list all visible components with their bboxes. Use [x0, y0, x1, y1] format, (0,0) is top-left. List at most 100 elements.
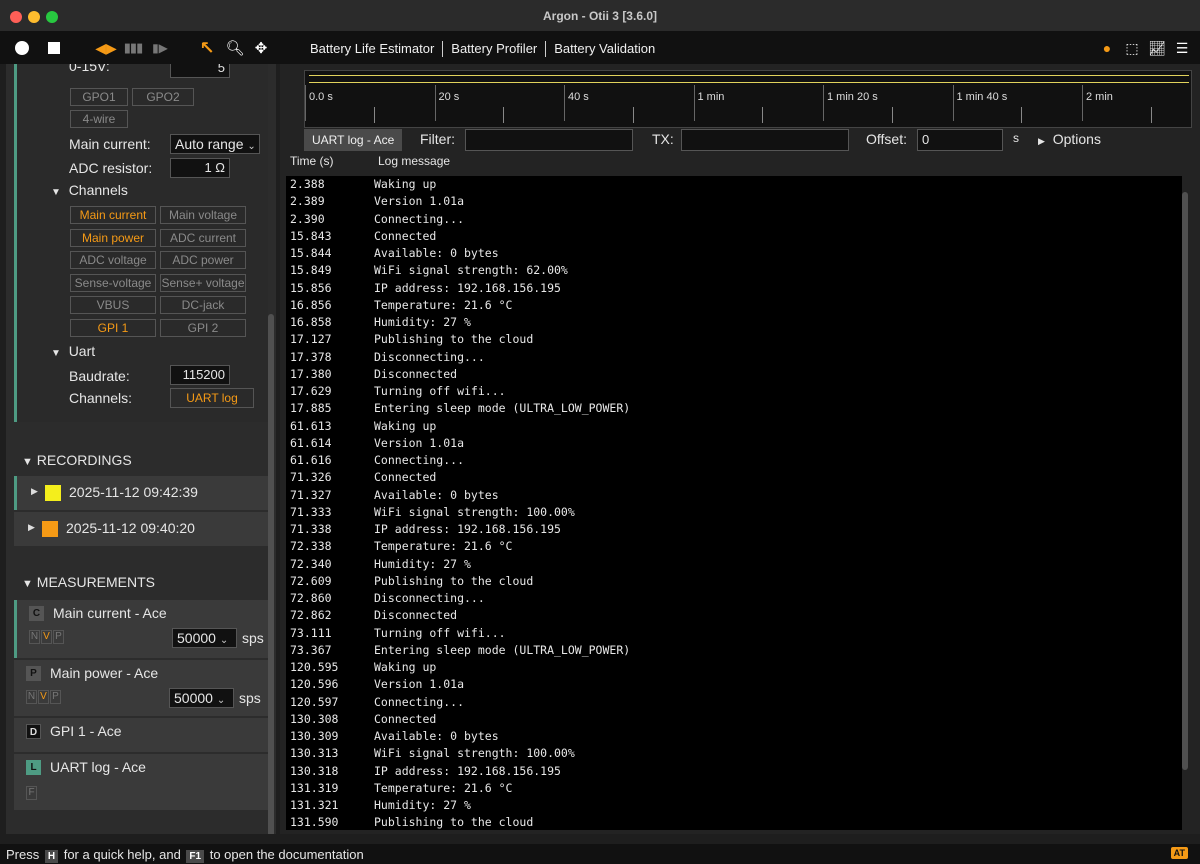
log-row[interactable]: 71.326 Connected	[286, 469, 1182, 486]
options-toggle[interactable]: ▶ Options	[1038, 131, 1101, 147]
recording-item[interactable]: ▶ 2025-11-12 09:40:20	[14, 512, 268, 546]
sample-rate-select[interactable]: 50000 ⌄	[169, 688, 234, 708]
sample-rate-select[interactable]: 50000 ⌄	[172, 628, 237, 648]
log-row[interactable]: 61.614 Version 1.01a	[286, 435, 1182, 452]
log-row[interactable]: 73.367 Entering sleep mode (ULTRA_LOW_POW…	[286, 642, 1182, 659]
pointer-icon[interactable]: ↖	[198, 38, 216, 58]
time-column-header[interactable]: Time (s)	[290, 154, 334, 168]
uart-log-toggle[interactable]: UART log	[170, 388, 254, 408]
log-row[interactable]: 130.313 WiFi signal strength: 100.00%	[286, 745, 1182, 762]
channel-toggle[interactable]: Sense-voltage	[70, 273, 156, 292]
channel-toggle[interactable]: GPI 1	[70, 318, 156, 337]
offset-input[interactable]: 0	[917, 129, 1003, 151]
battery-profiler-button[interactable]: Battery Profiler	[443, 41, 545, 57]
p-toggle[interactable]: P	[53, 630, 64, 644]
uart-group[interactable]: ▼ Uart	[51, 343, 95, 359]
log-row[interactable]: 120.597 Connecting...	[286, 694, 1182, 711]
log-scrollbar[interactable]	[1182, 192, 1188, 770]
log-row[interactable]: 72.338 Temperature: 21.6 °C	[286, 538, 1182, 555]
measurement-item[interactable]: L UART log - Ace F	[14, 754, 268, 810]
log-row[interactable]: 17.629 Turning off wifi...	[286, 383, 1182, 400]
channel-toggle[interactable]: DC-jack	[160, 296, 246, 314]
channel-toggle[interactable]: Main power	[70, 228, 156, 247]
log-row[interactable]: 73.111 Turning off wifi...	[286, 625, 1182, 642]
log-row[interactable]: 131.590 Publishing to the cloud	[286, 814, 1182, 830]
zoom-icon[interactable]: 🔍︎	[225, 39, 244, 57]
log-row[interactable]: 72.860 Disconnecting...	[286, 590, 1182, 607]
battery-validation-button[interactable]: Battery Validation	[546, 41, 663, 57]
main-current-select[interactable]: Auto range ⌄	[170, 134, 260, 154]
log-row[interactable]: 15.856 IP address: 192.168.156.195	[286, 280, 1182, 297]
log-row[interactable]: 130.309 Available: 0 bytes	[286, 728, 1182, 745]
log-row[interactable]: 17.127 Publishing to the cloud	[286, 331, 1182, 348]
log-row[interactable]: 71.327 Available: 0 bytes	[286, 487, 1182, 504]
timeline-overview[interactable]: 0.0 s 20 s 40 s 1 min 1 min 20 s 1 min 40 s 2 …	[304, 70, 1192, 128]
channels-group[interactable]: ▼ Channels	[51, 182, 128, 198]
measurements-header[interactable]: ▼ MEASUREMENTS	[22, 574, 155, 590]
log-row[interactable]: 15.844 Available: 0 bytes	[286, 245, 1182, 262]
tx-input[interactable]	[681, 129, 849, 151]
at-badge[interactable]: AT	[1170, 847, 1188, 859]
recordings-header[interactable]: ▼ RECORDINGS	[22, 452, 132, 468]
log-row[interactable]: 17.885 Entering sleep mode (ULTRA_LOW_POW…	[286, 400, 1182, 417]
log-row[interactable]: 131.321 Humidity: 27 %	[286, 797, 1182, 814]
n-toggle[interactable]: N	[26, 690, 37, 704]
log-row[interactable]: 120.595 Waking up	[286, 659, 1182, 676]
user-icon[interactable]: ●	[1099, 40, 1115, 56]
log-row[interactable]: 72.340 Humidity: 27 %	[286, 556, 1182, 573]
log-row[interactable]: 71.333 WiFi signal strength: 100.00%	[286, 504, 1182, 521]
log-row[interactable]: 16.858 Humidity: 27 %	[286, 314, 1182, 331]
log-list-icon[interactable]: ☰	[1174, 40, 1190, 56]
log-row[interactable]: 16.856 Temperature: 21.6 °C	[286, 297, 1182, 314]
log-row[interactable]: 120.596 Version 1.01a	[286, 676, 1182, 693]
battery-life-estimator-button[interactable]: Battery Life Estimator	[310, 41, 442, 57]
log-row[interactable]: 71.338 IP address: 192.168.156.195	[286, 521, 1182, 538]
log-row[interactable]: 15.849 WiFi signal strength: 62.00%	[286, 262, 1182, 279]
selection-box-icon[interactable]: ⬚	[1124, 40, 1140, 56]
channel-toggle[interactable]: ADC current	[160, 228, 246, 247]
gpo1-toggle[interactable]: GPO1	[70, 88, 128, 106]
voltage-input[interactable]: 5	[170, 64, 230, 78]
n-toggle[interactable]: N	[29, 630, 40, 644]
v-toggle[interactable]: V	[41, 630, 52, 644]
pan-icon[interactable]: ✥	[252, 39, 270, 57]
log-row[interactable]: 17.380 Disconnected	[286, 366, 1182, 383]
four-wire-toggle[interactable]: 4-wire	[70, 110, 128, 128]
columns-icon[interactable]: ▮▮▮	[122, 39, 144, 57]
measurement-item[interactable]: D GPI 1 - Ace	[14, 718, 268, 752]
log-row[interactable]: 15.843 Connected	[286, 228, 1182, 245]
log-row[interactable]: 61.616 Connecting...	[286, 452, 1182, 469]
message-column-header[interactable]: Log message	[378, 154, 450, 168]
log-row[interactable]: 17.378 Disconnecting...	[286, 349, 1182, 366]
log-row[interactable]: 130.318 IP address: 192.168.156.195	[286, 763, 1182, 780]
filter-input[interactable]	[465, 129, 633, 151]
channel-toggle[interactable]: ADC power	[160, 251, 246, 269]
v-toggle[interactable]: V	[38, 690, 49, 704]
p-toggle[interactable]: P	[50, 690, 61, 704]
log-row[interactable]: 131.319 Temperature: 21.6 °C	[286, 780, 1182, 797]
channel-toggle[interactable]: VBUS	[70, 296, 156, 314]
measurement-item[interactable]: P Main power - Ace N V P 50000 ⌄ sps	[14, 660, 268, 716]
channel-toggle[interactable]: Sense+ voltage	[160, 273, 246, 292]
chart-icon[interactable]: 📈︎	[1148, 40, 1166, 56]
channel-toggle[interactable]: ADC voltage	[70, 251, 156, 269]
adc-resistor-input[interactable]: 1 Ω	[170, 158, 230, 178]
log-row[interactable]: 2.389 Version 1.01a	[286, 193, 1182, 210]
log-row[interactable]: 72.862 Disconnected	[286, 607, 1182, 624]
channel-toggle[interactable]: Main voltage	[160, 206, 246, 224]
log-row[interactable]: 130.308 Connected	[286, 711, 1182, 728]
left-scrollbar[interactable]	[268, 314, 274, 834]
log-row[interactable]: 61.613 Waking up	[286, 418, 1182, 435]
channel-toggle[interactable]: GPI 2	[160, 318, 246, 337]
log-row[interactable]: 72.609 Publishing to the cloud	[286, 573, 1182, 590]
record-icon[interactable]	[14, 39, 30, 57]
step-play-icon[interactable]: ▮▶	[150, 39, 170, 57]
log-row[interactable]: 2.390 Connecting...	[286, 211, 1182, 228]
gpo2-toggle[interactable]: GPO2	[132, 88, 194, 106]
recording-item[interactable]: ▶ 2025-11-12 09:42:39	[14, 476, 268, 510]
channel-toggle[interactable]: Main current	[70, 206, 156, 224]
log-tab[interactable]: UART log - Ace	[304, 129, 403, 151]
split-arrows-icon[interactable]: ◀▶	[95, 39, 117, 57]
filter-toggle[interactable]: F	[26, 786, 37, 800]
log-row[interactable]: 2.388 Waking up	[286, 176, 1182, 193]
